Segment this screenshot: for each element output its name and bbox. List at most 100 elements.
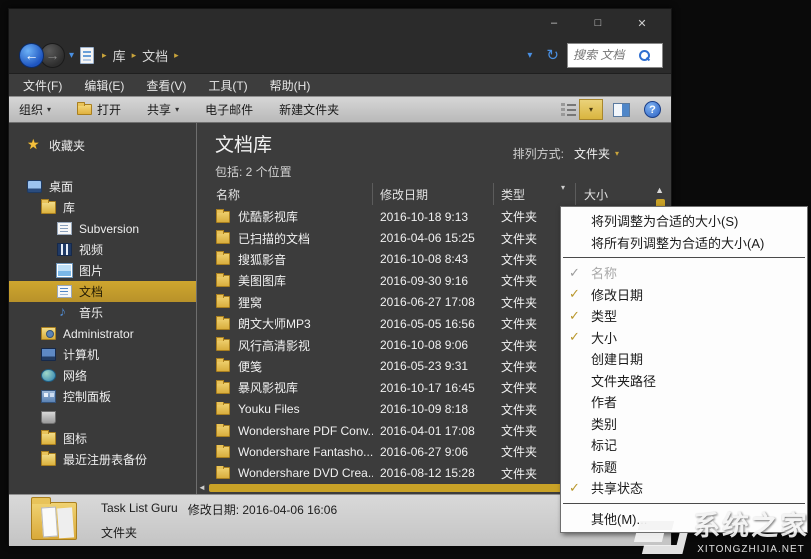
check-icon: ✓ — [569, 394, 591, 410]
sidebar-item[interactable]: 桌面 — [9, 176, 196, 197]
chevron-down-icon: ▾ — [47, 105, 52, 114]
sidebar-item[interactable]: Administrator — [9, 323, 196, 344]
toolbar-button[interactable]: 共享 ▾ — [147, 101, 179, 118]
file-modified-date: 2016-05-23 9:31 — [380, 359, 469, 374]
context-menu-item[interactable]: ✓ 修改日期 — [561, 284, 807, 306]
column-header-size[interactable]: 大小 — [576, 183, 636, 205]
maximize-button[interactable]: □ — [583, 15, 613, 31]
arrange-by-value[interactable]: 文件夹 — [574, 145, 610, 162]
folder-icon — [216, 337, 230, 352]
folder-icon — [216, 230, 230, 245]
file-modified-date: 2016-10-18 9:13 — [380, 209, 469, 224]
arrange-by-control[interactable]: 排列方式: 文件夹 ▾ — [513, 145, 619, 162]
file-modified-date: 2016-08-12 15:28 — [380, 466, 475, 481]
toolbar-button[interactable]: 新建文件夹 ▾ — [279, 101, 339, 118]
status-item-type: 文件夹 — [101, 525, 138, 540]
file-name: Youku Files — [238, 402, 300, 417]
menu-item[interactable]: 工具(T) — [208, 77, 247, 94]
sidebar-item-label: 图片 — [79, 264, 104, 278]
context-menu-item[interactable]: ✓ 创建日期 — [561, 348, 807, 370]
file-name: 朗文大师MP3 — [238, 317, 311, 332]
view-options-dropdown[interactable]: ▾ — [579, 99, 603, 120]
search-icon[interactable] — [639, 50, 650, 61]
address-dropdown-icon[interactable]: ▾ — [527, 50, 532, 61]
check-icon: ✓ — [569, 415, 591, 431]
context-menu-item[interactable]: ✓ 类别 — [561, 413, 807, 435]
sidebar-item[interactable]: 图标 — [9, 428, 196, 449]
folder-icon — [216, 444, 230, 458]
toolbar-button-label: 新建文件夹 — [279, 103, 340, 117]
context-menu-item[interactable]: ✓ 标题 — [561, 456, 807, 478]
recycle-icon — [41, 411, 56, 424]
sidebar-item[interactable]: 文档 — [9, 281, 196, 302]
context-menu-item[interactable]: ✓ 文件夹路径 — [561, 370, 807, 392]
sidebar-item[interactable] — [9, 407, 196, 428]
network-icon — [41, 369, 56, 382]
watermark-subtitle: XITONGZHIJIA.NET — [697, 544, 805, 555]
context-menu-item-label: 标记 — [591, 438, 618, 454]
search-box[interactable] — [567, 42, 663, 68]
menu-item[interactable]: 查看(V) — [146, 77, 186, 94]
breadcrumb[interactable]: ▸ 库 ▸ 文档 ▸ — [98, 46, 523, 65]
toolbar-button[interactable]: 电子邮件 ▾ — [205, 101, 253, 118]
watermark-title: 系统之家 — [693, 511, 809, 541]
folder-icon — [216, 272, 230, 287]
sidebar-item[interactable]: 收藏夹 — [9, 135, 196, 156]
breadcrumb-item[interactable]: 库 — [113, 46, 126, 65]
list-view-icon[interactable] — [561, 103, 577, 116]
toolbar-button-label: 打开 — [97, 103, 122, 117]
menu-item[interactable]: 帮助(H) — [270, 77, 311, 94]
location-document-icon — [80, 46, 95, 64]
scrollbar-left-icon[interactable]: ◄ — [198, 483, 206, 492]
check-icon: ✓ — [569, 458, 591, 474]
close-button[interactable]: ✕ — [627, 15, 657, 31]
menu-item[interactable]: 编辑(E) — [84, 77, 124, 94]
sidebar-item[interactable]: 最近注册表备份 — [9, 449, 196, 470]
sidebar-item-label: 图标 — [63, 432, 88, 446]
column-header-row: 名称 修改日期 类型 ▾ 大小 — [197, 183, 671, 205]
sidebar-item[interactable]: 控制面板 — [9, 386, 196, 407]
column-header-date[interactable]: 修改日期 — [373, 183, 494, 205]
context-menu-item[interactable]: ✓ 大小 — [561, 327, 807, 349]
navigation-bar: ← → ▾ ▸ 库 ▸ 文档 ▸ ▾ ↻ — [9, 37, 671, 73]
breadcrumb-item[interactable]: 文档 — [142, 46, 168, 65]
sidebar-item[interactable]: 库 — [9, 197, 196, 218]
context-menu-item[interactable]: ✓ 将所有列调整为合适的大小(A) — [561, 232, 807, 254]
context-menu-item[interactable]: ✓ 共享状态 — [561, 477, 807, 499]
file-modified-date: 2016-10-08 9:06 — [380, 338, 469, 353]
column-header-type[interactable]: 类型 ▾ — [494, 183, 576, 205]
preview-pane-icon[interactable] — [613, 102, 630, 117]
folder-icon — [216, 294, 230, 309]
context-menu-item[interactable]: ✓ 类型 — [561, 305, 807, 327]
column-header-name[interactable]: 名称 — [197, 183, 373, 205]
file-name: 已扫描的文档 — [238, 231, 311, 246]
chevron-down-icon: ▾ — [175, 105, 180, 114]
context-menu-item[interactable]: ✓ 标记 — [561, 434, 807, 456]
file-modified-date: 2016-09-30 9:16 — [380, 273, 469, 288]
context-menu-item[interactable]: ✓ 名称 — [561, 262, 807, 284]
title-bar[interactable]: – □ ✕ — [9, 9, 671, 37]
sidebar-item[interactable]: 图片 — [9, 260, 196, 281]
sidebar-item[interactable]: 网络 — [9, 365, 196, 386]
refresh-icon[interactable]: ↻ — [546, 46, 559, 64]
sidebar-item[interactable]: 视频 — [9, 239, 196, 260]
sidebar-item-label: 桌面 — [49, 180, 74, 194]
search-input[interactable] — [573, 48, 639, 62]
context-menu-item[interactable]: ✓ 将列调整为合适的大小(S) — [561, 210, 807, 232]
toolbar-button[interactable]: 打开 ▾ — [77, 101, 121, 118]
minimize-button[interactable]: – — [539, 15, 569, 31]
context-menu-item[interactable]: ✓ 作者 — [561, 391, 807, 413]
music-icon — [57, 303, 72, 319]
user-icon — [41, 327, 56, 340]
scrollbar-up-icon[interactable]: ▲ — [655, 185, 664, 195]
back-button[interactable]: ← — [19, 42, 44, 68]
context-menu-item-label: 修改日期 — [591, 287, 644, 303]
history-dropdown-icon[interactable]: ▾ — [69, 50, 74, 61]
help-icon[interactable]: ? — [644, 101, 661, 118]
sidebar-item[interactable]: 音乐 — [9, 302, 196, 323]
toolbar-button[interactable]: 组织 ▾ — [19, 101, 51, 118]
menu-item[interactable]: 文件(F) — [23, 77, 62, 94]
sidebar-item-label: Administrator — [63, 326, 134, 341]
sidebar-item[interactable]: Subversion — [9, 218, 196, 239]
sidebar-item[interactable]: 计算机 — [9, 344, 196, 365]
